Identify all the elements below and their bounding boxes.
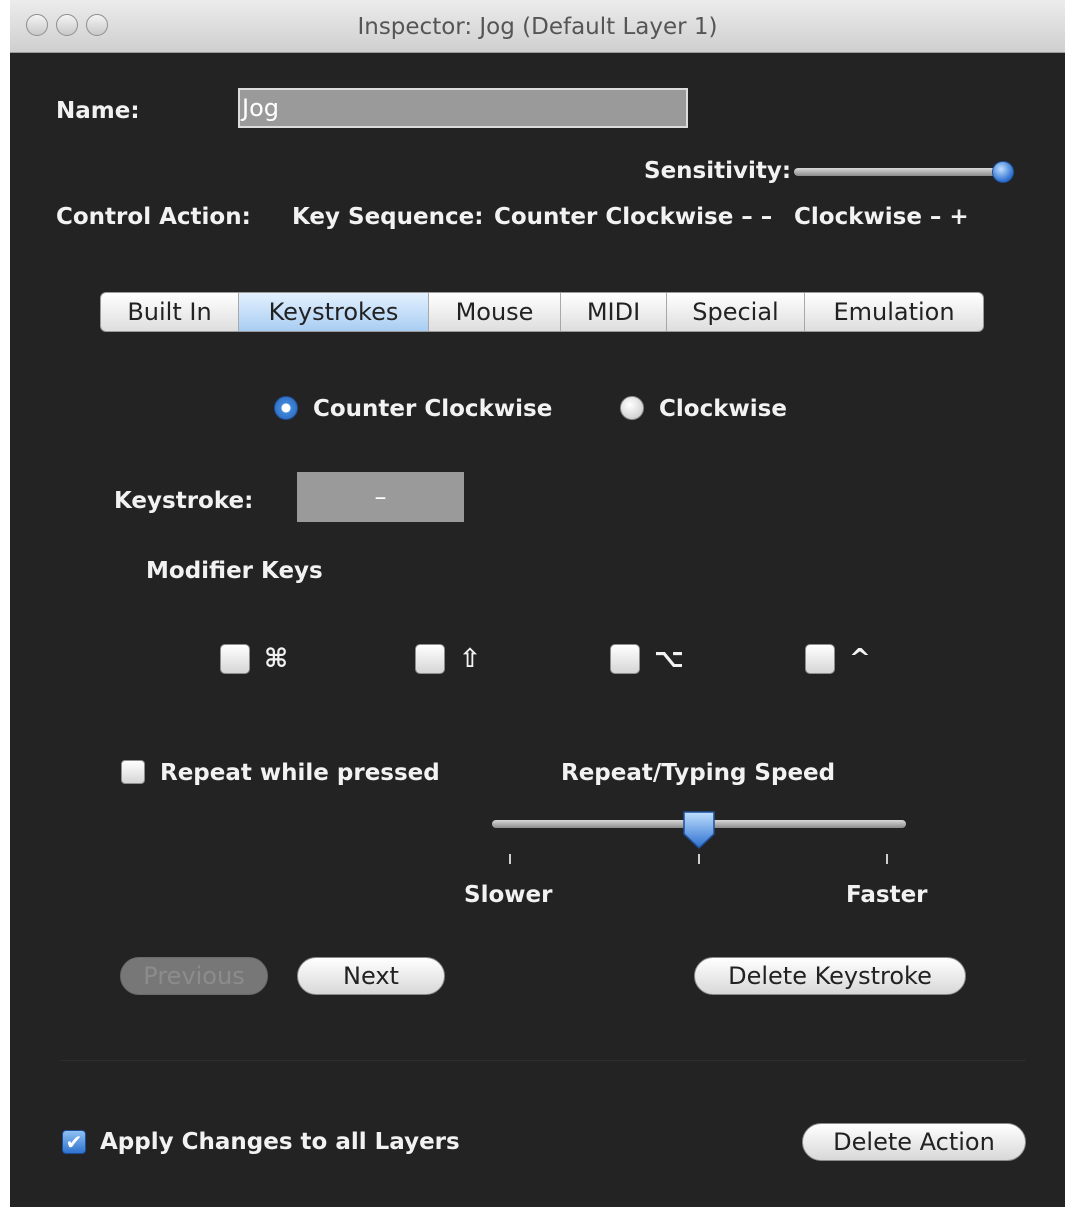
tab-emulation[interactable]: Emulation — [805, 293, 983, 331]
control-key-checkbox[interactable] — [805, 644, 835, 674]
counter-clockwise-radio-label[interactable]: Counter Clockwise — [313, 396, 552, 422]
speed-tick-middle — [698, 854, 700, 864]
window-title: Inspector: Jog (Default Layer 1) — [357, 14, 718, 40]
divider — [60, 1060, 1026, 1061]
name-label: Name: — [56, 98, 140, 124]
modifier-keys-label: Modifier Keys — [146, 558, 323, 584]
title-bar[interactable]: Inspector: Jog (Default Layer 1) — [10, 0, 1065, 53]
delete-keystroke-button[interactable]: Delete Keystroke — [694, 957, 966, 995]
clockwise-radio[interactable] — [620, 396, 644, 420]
speed-tick-faster — [886, 854, 888, 864]
repeat-speed-label: Repeat/Typing Speed — [561, 760, 836, 786]
inspector-window: Inspector: Jog (Default Layer 1) Name: J… — [10, 0, 1065, 1207]
tab-keystrokes[interactable]: Keystrokes — [239, 293, 429, 331]
keystroke-label: Keystroke: — [114, 488, 254, 514]
previous-button[interactable]: Previous — [120, 957, 268, 995]
tab-special[interactable]: Special — [667, 293, 805, 331]
repeat-while-pressed-checkbox[interactable] — [121, 760, 145, 784]
name-field[interactable]: Jog — [238, 88, 688, 128]
sensitivity-label: Sensitivity: — [644, 158, 792, 184]
repeat-while-pressed-label[interactable]: Repeat while pressed — [160, 760, 440, 786]
option-key-icon: ⌥ — [654, 644, 684, 674]
option-key-checkbox[interactable] — [610, 644, 640, 674]
control-action-label: Control Action: — [56, 204, 251, 230]
tab-mouse[interactable]: Mouse — [429, 293, 561, 331]
sensitivity-slider-knob[interactable] — [992, 161, 1014, 183]
next-button[interactable]: Next — [297, 957, 445, 995]
keystroke-field[interactable]: – — [297, 472, 464, 522]
sensitivity-slider[interactable] — [794, 168, 1014, 176]
apply-all-layers-label[interactable]: Apply Changes to all Layers — [100, 1129, 460, 1155]
command-key-checkbox[interactable] — [220, 644, 250, 674]
command-key-icon: ⌘ — [264, 644, 289, 674]
repeat-speed-slider-thumb[interactable] — [682, 810, 716, 850]
control-key-icon: ^ — [849, 644, 871, 674]
shift-key-checkbox[interactable] — [415, 644, 445, 674]
delete-action-button[interactable]: Delete Action — [802, 1123, 1026, 1161]
counter-clockwise-radio[interactable] — [274, 396, 298, 420]
speed-tick-slower — [509, 854, 511, 864]
action-type-tabs: Built In Keystrokes Mouse MIDI Special E… — [100, 292, 984, 332]
speed-faster-label: Faster — [846, 882, 928, 908]
counter-clockwise-sequence: Counter Clockwise – – — [494, 204, 773, 230]
tab-built-in[interactable]: Built In — [101, 293, 239, 331]
speed-slower-label: Slower — [464, 882, 553, 908]
key-sequence-label: Key Sequence: — [292, 204, 484, 230]
apply-all-layers-checkbox[interactable]: ✔ — [62, 1130, 86, 1154]
clockwise-radio-label[interactable]: Clockwise — [659, 396, 787, 422]
clockwise-sequence: Clockwise – + — [794, 204, 969, 230]
shift-key-icon: ⇧ — [459, 644, 481, 674]
tab-midi[interactable]: MIDI — [561, 293, 667, 331]
